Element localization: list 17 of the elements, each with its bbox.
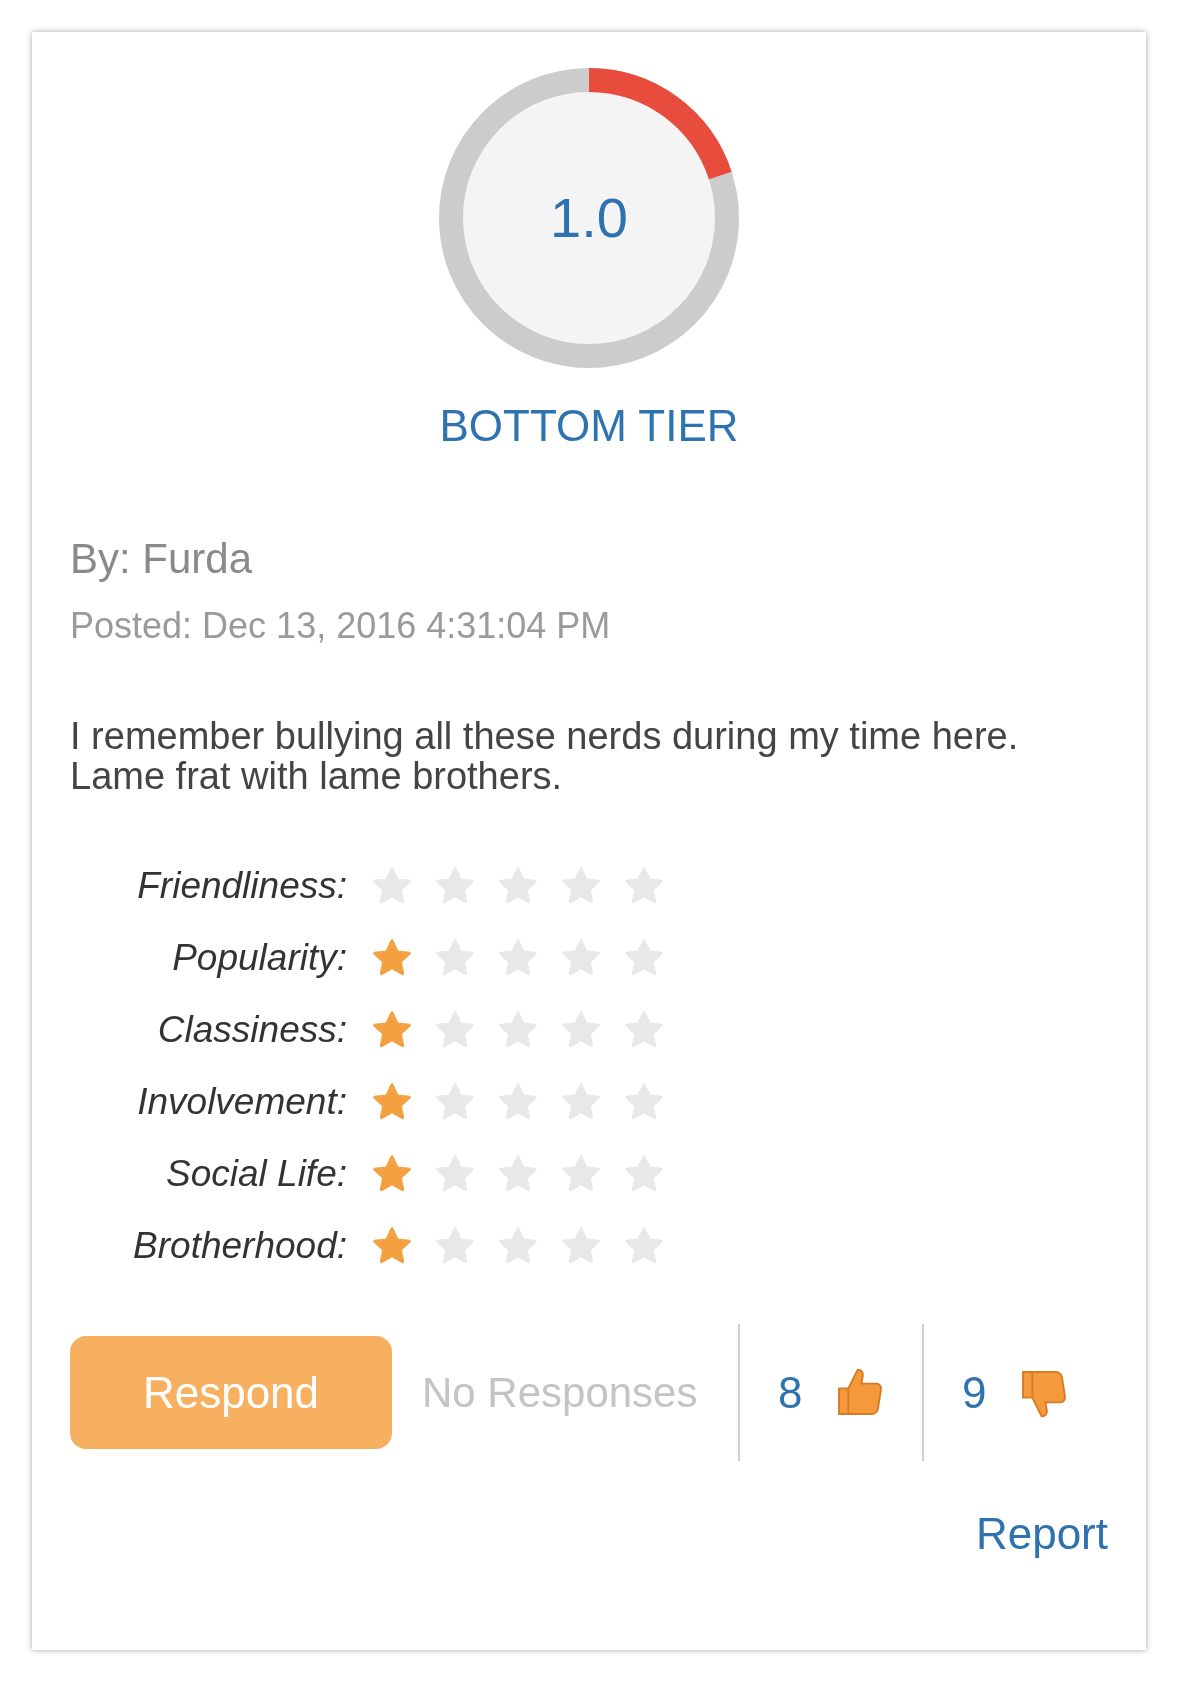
review-text: I remember bullying all these nerds during my time here. Lame frat with lame brothers. <box>70 716 1020 796</box>
rating-label: Social Life: <box>165 1152 348 1197</box>
rating-label: Popularity: <box>171 936 348 981</box>
responses-count: No Responses <box>422 1368 699 1418</box>
downvote-count: 9 <box>962 1366 987 1419</box>
rating-label: Brotherhood: <box>132 1224 348 1269</box>
downvote-button[interactable]: 9 <box>962 1359 1073 1426</box>
rating-label: Classiness: <box>156 1008 348 1053</box>
posted-date: Posted: Dec 13, 2016 4:31:04 PM <box>70 608 612 644</box>
rating-label: Involvement: <box>136 1080 348 1125</box>
report-link[interactable]: Report <box>975 1501 1108 1567</box>
tier-label: BOTTOM TIER <box>439 404 739 448</box>
upvote-button[interactable]: 8 <box>778 1359 922 1426</box>
author-name: By: Furda <box>70 538 254 580</box>
score-value: 1.0 <box>550 185 628 251</box>
upvote-count: 8 <box>778 1366 803 1419</box>
rating-label: Friendliness: <box>136 864 348 909</box>
